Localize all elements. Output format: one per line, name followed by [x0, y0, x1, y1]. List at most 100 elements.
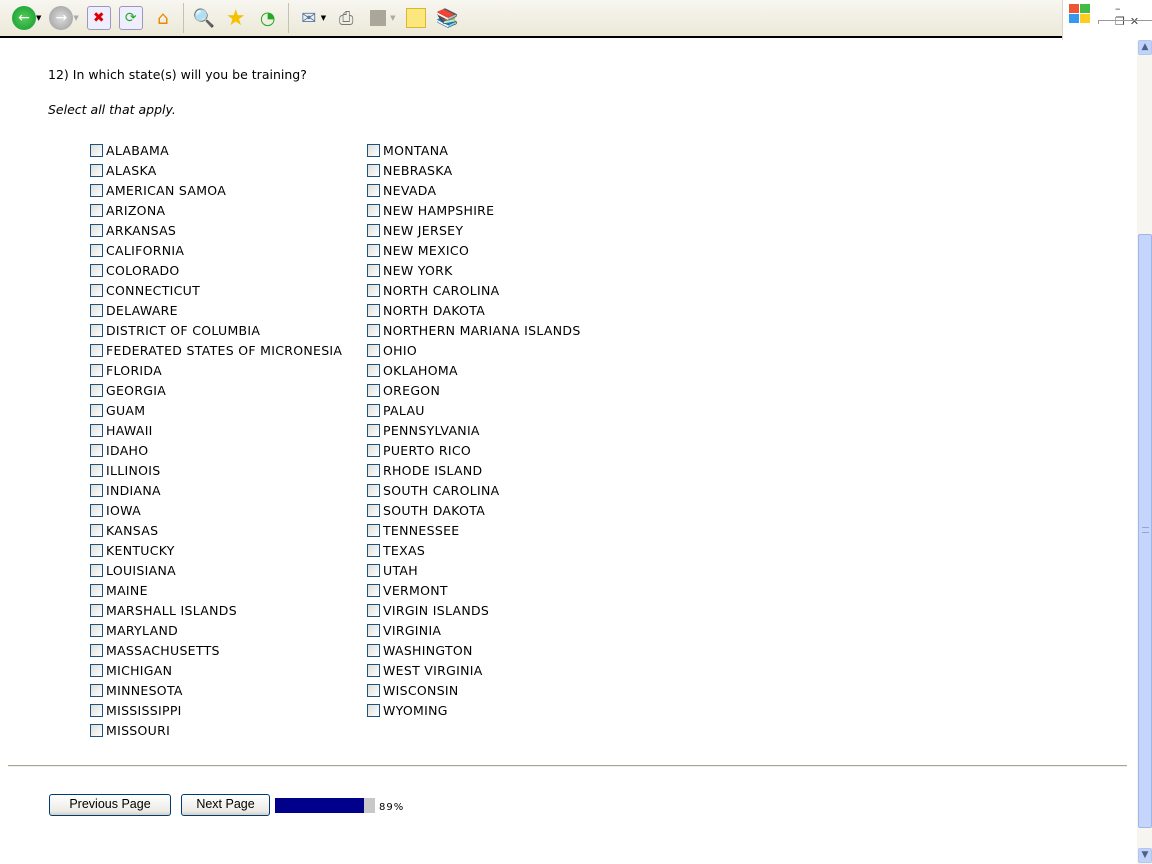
scroll-down-button[interactable]: ▼ [1138, 848, 1152, 863]
state-option[interactable]: RHODE ISLAND [367, 460, 581, 480]
state-label[interactable]: VIRGINIA [383, 623, 441, 638]
state-option[interactable]: ILLINOIS [90, 460, 342, 480]
minimize-button[interactable]: – [1115, 2, 1126, 15]
state-option[interactable]: IDAHO [90, 440, 342, 460]
state-option[interactable]: VIRGINIA [367, 620, 581, 640]
state-label[interactable]: KANSAS [106, 523, 158, 538]
history-icon[interactable]: ◔ [256, 6, 280, 30]
research-icon[interactable]: 📚 [436, 6, 460, 30]
state-label[interactable]: MISSOURI [106, 723, 170, 738]
state-checkbox[interactable] [367, 703, 380, 717]
state-option[interactable]: DISTRICT OF COLUMBIA [90, 320, 342, 340]
state-option[interactable]: NEBRASKA [367, 160, 581, 180]
state-option[interactable]: MISSISSIPPI [90, 700, 342, 720]
state-option[interactable]: CONNECTICUT [90, 280, 342, 300]
state-checkbox[interactable] [90, 483, 103, 497]
state-option[interactable]: HAWAII [90, 420, 342, 440]
forward-icon[interactable]: → [49, 6, 74, 30]
state-option[interactable]: WYOMING [367, 700, 581, 720]
state-option[interactable]: GEORGIA [90, 380, 342, 400]
state-option[interactable]: MAINE [90, 580, 342, 600]
state-checkbox[interactable] [90, 243, 103, 257]
state-checkbox[interactable] [367, 203, 380, 217]
state-option[interactable]: NEW YORK [367, 260, 581, 280]
state-checkbox[interactable] [367, 503, 380, 517]
scrollbar-thumb[interactable] [1138, 234, 1152, 828]
state-label[interactable]: NEW MEXICO [383, 243, 469, 258]
state-checkbox[interactable] [90, 283, 103, 297]
state-option[interactable]: NORTH CAROLINA [367, 280, 581, 300]
state-option[interactable]: COLORADO [90, 260, 342, 280]
state-label[interactable]: RHODE ISLAND [383, 463, 482, 478]
state-option[interactable]: AMERICAN SAMOA [90, 180, 342, 200]
state-label[interactable]: COLORADO [106, 263, 180, 278]
state-label[interactable]: DELAWARE [106, 303, 178, 318]
state-option[interactable]: WEST VIRGINIA [367, 660, 581, 680]
state-label[interactable]: DISTRICT OF COLUMBIA [106, 323, 260, 338]
back-icon[interactable]: ← [12, 6, 36, 30]
state-option[interactable]: MINNESOTA [90, 680, 342, 700]
state-option[interactable]: NEW HAMPSHIRE [367, 200, 581, 220]
state-checkbox[interactable] [367, 423, 380, 437]
state-option[interactable]: OKLAHOMA [367, 360, 581, 380]
state-checkbox[interactable] [90, 323, 103, 337]
state-option[interactable]: WISCONSIN [367, 680, 581, 700]
state-checkbox[interactable] [367, 383, 380, 397]
state-label[interactable]: TENNESSEE [383, 523, 460, 538]
state-checkbox[interactable] [90, 403, 103, 417]
state-label[interactable]: WASHINGTON [383, 643, 473, 658]
state-option[interactable]: ARKANSAS [90, 220, 342, 240]
state-label[interactable]: ARIZONA [106, 203, 165, 218]
state-label[interactable]: SOUTH CAROLINA [383, 483, 500, 498]
state-option[interactable]: MARSHALL ISLANDS [90, 600, 342, 620]
state-checkbox[interactable] [367, 643, 380, 657]
state-label[interactable]: NORTH CAROLINA [383, 283, 500, 298]
state-option[interactable]: LOUISIANA [90, 560, 342, 580]
scroll-up-button[interactable]: ▲ [1138, 40, 1152, 55]
state-label[interactable]: ALASKA [106, 163, 157, 178]
refresh-icon[interactable]: ⟳ [118, 6, 143, 30]
state-label[interactable]: OREGON [383, 383, 440, 398]
state-option[interactable]: NEW JERSEY [367, 220, 581, 240]
state-option[interactable]: OREGON [367, 380, 581, 400]
state-checkbox[interactable] [367, 563, 380, 577]
state-label[interactable]: VERMONT [383, 583, 448, 598]
state-option[interactable]: MARYLAND [90, 620, 342, 640]
state-option[interactable]: IOWA [90, 500, 342, 520]
state-checkbox[interactable] [90, 443, 103, 457]
state-checkbox[interactable] [90, 363, 103, 377]
state-checkbox[interactable] [367, 523, 380, 537]
state-label[interactable]: NEVADA [383, 183, 436, 198]
state-checkbox[interactable] [90, 563, 103, 577]
state-label[interactable]: ILLINOIS [106, 463, 161, 478]
state-checkbox[interactable] [90, 583, 103, 597]
vertical-scrollbar[interactable]: ▲ ▼ [1137, 40, 1152, 864]
state-label[interactable]: CONNECTICUT [106, 283, 200, 298]
state-label[interactable]: INDIANA [106, 483, 161, 498]
back-dropdown-icon[interactable]: ▼ [36, 14, 41, 22]
state-label[interactable]: PALAU [383, 403, 425, 418]
state-checkbox[interactable] [90, 263, 103, 277]
state-option[interactable]: KENTUCKY [90, 540, 342, 560]
state-checkbox[interactable] [90, 503, 103, 517]
state-checkbox[interactable] [90, 383, 103, 397]
state-option[interactable]: VERMONT [367, 580, 581, 600]
state-checkbox[interactable] [90, 623, 103, 637]
state-checkbox[interactable] [367, 243, 380, 257]
state-option[interactable]: OHIO [367, 340, 581, 360]
state-checkbox[interactable] [367, 683, 380, 697]
state-option[interactable]: KANSAS [90, 520, 342, 540]
state-checkbox[interactable] [90, 303, 103, 317]
state-label[interactable]: NORTHERN MARIANA ISLANDS [383, 323, 581, 338]
state-checkbox[interactable] [367, 163, 380, 177]
state-option[interactable]: SOUTH CAROLINA [367, 480, 581, 500]
state-checkbox[interactable] [90, 523, 103, 537]
state-checkbox[interactable] [90, 223, 103, 237]
forward-dropdown-icon[interactable]: ▼ [73, 14, 78, 22]
state-checkbox[interactable] [90, 703, 103, 717]
state-option[interactable]: SOUTH DAKOTA [367, 500, 581, 520]
state-checkbox[interactable] [90, 603, 103, 617]
state-checkbox[interactable] [90, 683, 103, 697]
state-label[interactable]: MARYLAND [106, 623, 178, 638]
state-option[interactable]: NEVADA [367, 180, 581, 200]
